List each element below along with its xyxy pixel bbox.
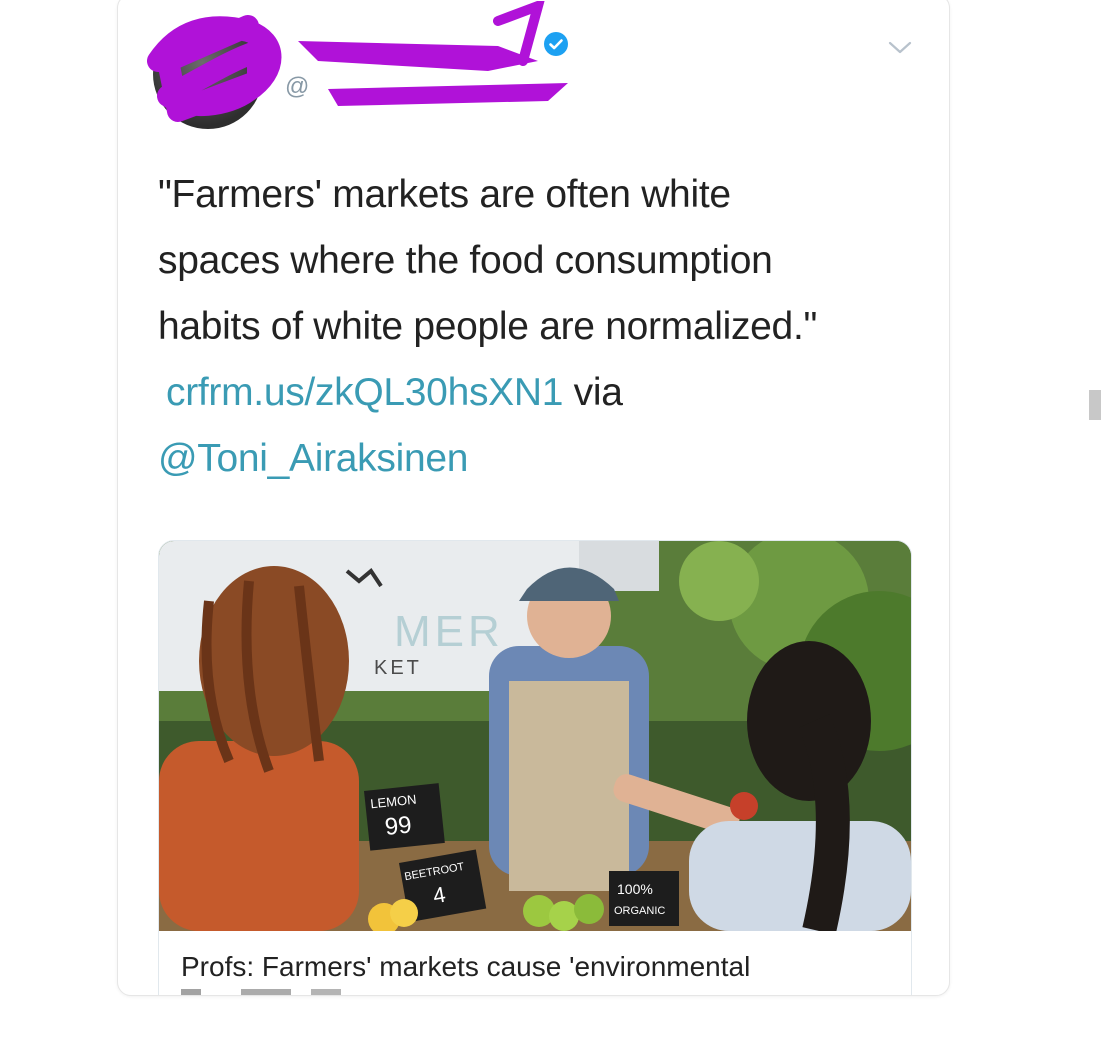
- banner-text: MER: [394, 607, 504, 656]
- tweet-text-line: habits of white people are normalized.": [158, 305, 818, 348]
- tweet-text-line: "Farmers' markets are often white: [158, 173, 731, 216]
- verified-badge-icon: [544, 32, 568, 56]
- banner-text-2: KET: [374, 657, 422, 679]
- via-text: via: [573, 371, 623, 414]
- tweet-text: "Farmers' markets are often white spaces…: [158, 162, 918, 492]
- sign-organic-line2: ORGANIC: [614, 905, 665, 917]
- link-preview-card[interactable]: MER KET LEMON 99 BEETROOT 4 100% ORGANIC…: [158, 540, 912, 995]
- scrollbar-thumb[interactable]: [1089, 390, 1101, 420]
- card-title[interactable]: Profs: Farmers' markets cause 'environme…: [181, 951, 750, 983]
- tweet-link[interactable]: crfrm.us/zkQL30hsXN1: [166, 371, 563, 414]
- author-handle[interactable]: @: [285, 73, 309, 101]
- card-title-cutoff: [181, 989, 381, 995]
- tweet-text-line: spaces where the food consumption: [158, 239, 773, 282]
- sign-organic-line1: 100%: [617, 881, 653, 897]
- tweet-mention-line: @Toni_Airaksinen: [158, 426, 918, 492]
- chevron-down-icon[interactable]: [886, 39, 914, 57]
- avatar[interactable]: [153, 19, 263, 129]
- card-image[interactable]: MER KET LEMON 99 BEETROOT 4 100% ORGANIC: [159, 541, 911, 931]
- mention-link[interactable]: @Toni_Airaksinen: [158, 437, 468, 480]
- tweet-link-line: crfrm.us/zkQL30hsXN1 via: [158, 360, 918, 426]
- screenshot-stage: @ "Farmers' markets are often white spac…: [0, 0, 1101, 1037]
- tweet-card[interactable]: @ "Farmers' markets are often white spac…: [117, 0, 950, 996]
- sign-lemon-price: 99: [384, 811, 413, 841]
